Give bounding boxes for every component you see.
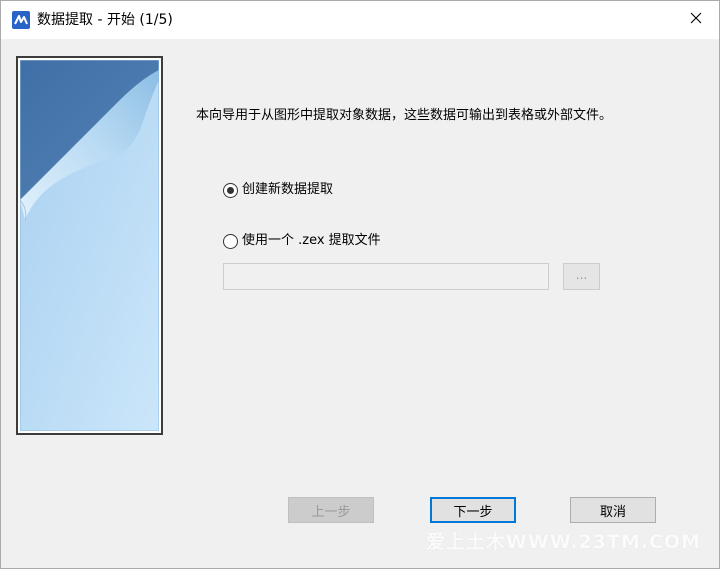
next-button[interactable]: 下一步 xyxy=(430,497,516,523)
app-logo-icon xyxy=(12,11,30,29)
use-existing-file-option[interactable]: 使用一个 .zex 提取文件 xyxy=(223,232,381,250)
title-bar: 数据提取 - 开始 (1/5) xyxy=(1,1,719,39)
radio-use-existing[interactable] xyxy=(223,233,238,249)
use-existing-label: 使用一个 .zex 提取文件 xyxy=(242,233,381,248)
close-icon xyxy=(690,12,702,28)
create-new-label: 创建新数据提取 xyxy=(242,182,334,197)
radio-create-new[interactable] xyxy=(223,182,238,198)
window-title: 数据提取 - 开始 (1/5) xyxy=(37,12,173,28)
create-new-extraction-option[interactable]: 创建新数据提取 xyxy=(223,181,333,199)
intro-description: 本向导用于从图形中提取对象数据，这些数据可输出到表格或外部文件。 xyxy=(196,108,613,123)
browse-file-button[interactable]: ... xyxy=(563,263,600,290)
extraction-file-path-input[interactable] xyxy=(223,263,549,290)
watermark: 爱上土木WWW.23TM.COM xyxy=(425,531,701,553)
wizard-banner-image xyxy=(16,56,163,435)
data-extraction-dialog: 数据提取 - 开始 (1/5) 本向导用于从图形中提取对象数据，这些数据可输出到… xyxy=(0,0,720,569)
close-button[interactable] xyxy=(673,1,719,39)
cancel-button[interactable]: 取消 xyxy=(570,497,656,523)
back-button[interactable]: 上一步 xyxy=(288,497,374,523)
